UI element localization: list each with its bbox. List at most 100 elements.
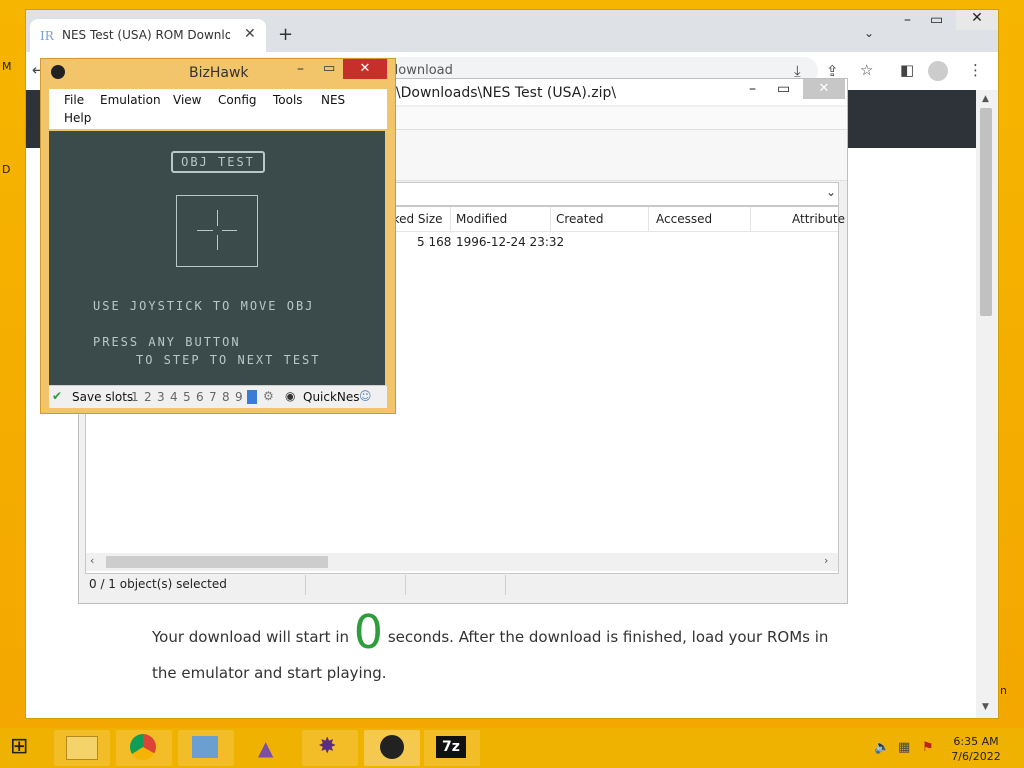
clock-date: 7/6/2022 — [951, 750, 1001, 763]
emulator-screen[interactable]: OBJ TEST USE JOYSTICK TO MOVE OBJ PRESS … — [49, 131, 385, 385]
control-panel-taskbar-icon[interactable] — [178, 730, 234, 766]
site-favicon-icon: IR — [40, 29, 54, 43]
scroll-right-icon[interactable]: › — [824, 554, 828, 567]
scroll-down-icon[interactable]: ▼ — [982, 702, 989, 712]
archive-statusbar: 0 / 1 object(s) selected — [85, 575, 837, 595]
close-icon[interactable]: ✕ — [956, 10, 998, 30]
save-slots-label: Save slots — [72, 390, 134, 404]
countdown-number: 0 — [353, 605, 384, 659]
taskbar: ⊞ ▲ ✸ 7z 🔈 ▦ ⚑ 6:35 AM 7/6/2022 — [0, 728, 1024, 768]
menu-kebab-icon[interactable]: ⋮ — [968, 61, 983, 79]
status-divider — [305, 575, 306, 595]
bizhawk-titlebar[interactable]: BizHawk – ▭ ✕ — [41, 59, 395, 85]
test-object-box — [176, 195, 258, 267]
address-bar-text: download — [390, 63, 453, 78]
folder-icon — [66, 736, 98, 760]
status-divider — [505, 575, 506, 595]
7zip-icon: 7z — [436, 736, 466, 758]
checkmark-icon: ✔ — [52, 389, 63, 403]
scroll-left-icon[interactable]: ‹ — [90, 554, 94, 567]
menu-help[interactable]: Help — [64, 111, 91, 125]
action-center-icon[interactable]: ⚑ — [922, 740, 934, 755]
bizhawk-taskbar-icon[interactable] — [364, 730, 420, 766]
column-separator[interactable] — [750, 207, 751, 231]
network-icon[interactable]: ▦ — [898, 740, 910, 755]
close-icon[interactable]: ✕ — [343, 59, 387, 79]
7zip-taskbar-icon[interactable]: 7z — [424, 730, 480, 766]
column-header-accessed[interactable]: Accessed — [656, 212, 712, 226]
desktop-icon-label[interactable]: n — [1000, 684, 1007, 697]
column-separator[interactable] — [550, 207, 551, 231]
status-divider — [405, 575, 406, 595]
crosshair-gap — [213, 226, 222, 235]
column-header-created[interactable]: Created — [556, 212, 604, 226]
rewind-icon: ⚙ — [263, 389, 274, 403]
column-separator[interactable] — [648, 207, 649, 231]
tab-strip: IR NES Test (USA) ROM Download ✕ + ⌄ – ▭… — [26, 10, 998, 52]
clock[interactable]: 6:35 AM 7/6/2022 — [946, 734, 1006, 764]
column-separator[interactable] — [450, 207, 451, 231]
page-scrollbar-thumb[interactable] — [980, 108, 992, 316]
app-taskbar-icon[interactable]: ▲ — [240, 730, 296, 766]
save-slot-8[interactable]: 8 — [222, 390, 230, 404]
minimize-icon[interactable]: – — [297, 61, 304, 77]
path-dropdown-chevron-icon[interactable]: ⌄ — [826, 185, 836, 199]
chrome-icon — [130, 734, 156, 760]
bookmark-star-icon[interactable]: ☆ — [860, 61, 873, 79]
tab-title: NES Test (USA) ROM Download — [62, 28, 230, 42]
column-header-modified[interactable]: Modified — [456, 212, 507, 226]
minimize-icon[interactable]: – — [749, 81, 756, 97]
tab-nes-test[interactable]: IR NES Test (USA) ROM Download ✕ — [30, 19, 266, 52]
side-panel-icon[interactable]: ◧ — [900, 61, 914, 79]
menu-view[interactable]: View — [173, 93, 201, 107]
menu-tools[interactable]: Tools — [273, 93, 303, 107]
download-message: Your download will start in 0 seconds. A… — [152, 609, 852, 691]
menu-file[interactable]: File — [64, 93, 84, 107]
desktop-icon-label[interactable]: M — [2, 60, 12, 73]
chrome-taskbar-icon[interactable] — [116, 730, 172, 766]
maximize-icon[interactable]: ▭ — [777, 81, 790, 97]
maximize-icon[interactable]: ▭ — [930, 12, 943, 28]
save-slot-2[interactable]: 2 — [144, 390, 152, 404]
close-icon[interactable]: ✕ — [803, 79, 845, 99]
volume-muted-icon[interactable]: 🔈 — [874, 740, 890, 755]
download-message-prefix: Your download will start in — [152, 628, 350, 646]
save-slot-1[interactable]: 1 — [131, 390, 139, 404]
menu-config[interactable]: Config — [218, 93, 257, 107]
desktop-icon-label[interactable]: D — [2, 163, 10, 176]
menu-emulation[interactable]: Emulation — [100, 93, 161, 107]
core-name: QuickNes — [303, 390, 360, 404]
app2-taskbar-icon[interactable]: ✸ — [302, 730, 358, 766]
save-slot-7[interactable]: 7 — [209, 390, 217, 404]
file-explorer-icon[interactable] — [54, 730, 110, 766]
horizontal-scrollbar[interactable]: ‹ › — [86, 553, 838, 571]
clock-time: 6:35 AM — [953, 735, 999, 748]
horizontal-scrollbar-thumb[interactable] — [106, 556, 328, 568]
column-header-attributes[interactable]: Attribute — [792, 212, 845, 226]
save-slot-0-selected[interactable] — [247, 390, 257, 404]
save-slot-9[interactable]: 9 — [235, 390, 243, 404]
save-slot-6[interactable]: 6 — [196, 390, 204, 404]
new-tab-icon[interactable]: + — [278, 24, 293, 45]
archive-title: 4\Downloads\NES Test (USA).zip\ — [387, 85, 617, 101]
save-slot-3[interactable]: 3 — [157, 390, 165, 404]
tab-search-chevron-icon[interactable]: ⌄ — [864, 26, 874, 40]
windows-start-icon[interactable]: ⊞ — [10, 734, 28, 759]
save-slot-4[interactable]: 4 — [170, 390, 178, 404]
menu-nes[interactable]: NES — [321, 93, 345, 107]
minimize-icon[interactable]: – — [904, 12, 911, 28]
scroll-up-icon[interactable]: ▲ — [982, 94, 989, 104]
bizhawk-title: BizHawk — [189, 65, 249, 81]
bizhawk-window: BizHawk – ▭ ✕ File Emulation View Config… — [40, 58, 396, 414]
bizhawk-statusbar: ✔ Save slots 1 2 3 4 5 6 7 8 9 ⚙ ◉ Quick… — [49, 385, 387, 408]
maximize-icon[interactable]: ▭ — [323, 61, 335, 76]
tab-close-icon[interactable]: ✕ — [244, 26, 256, 42]
bizhawk-logo-icon — [51, 65, 65, 79]
instruction-line-3: TO STEP TO NEXT TEST — [136, 353, 321, 367]
save-slot-5[interactable]: 5 — [183, 390, 191, 404]
instruction-line-1: USE JOYSTICK TO MOVE OBJ — [93, 299, 315, 313]
bizhawk-icon — [380, 735, 404, 759]
profile-avatar-icon[interactable] — [928, 61, 948, 81]
bizhawk-menubar: File Emulation View Config Tools NES Hel… — [49, 89, 387, 129]
mascot-app-icon: ✸ — [318, 734, 337, 759]
